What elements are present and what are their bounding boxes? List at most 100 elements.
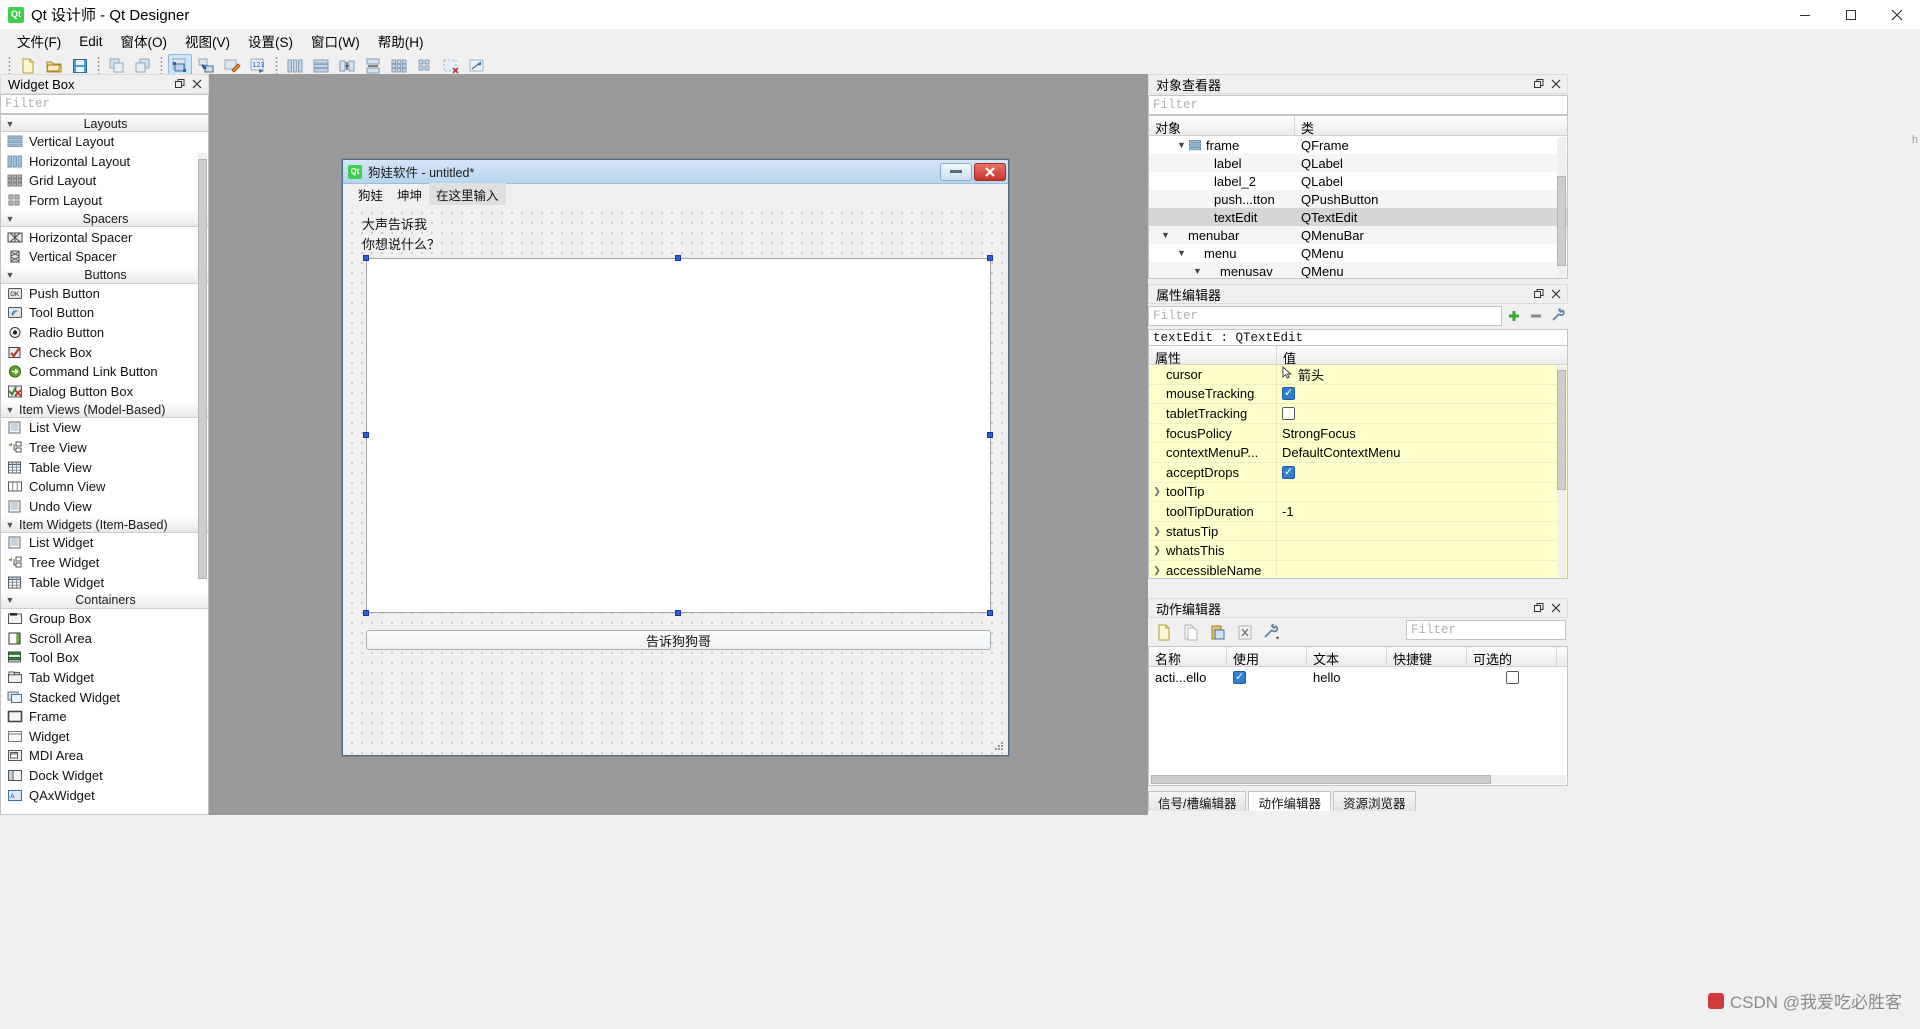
form-label-1[interactable]: 大声告诉我 <box>362 214 427 233</box>
object-inspector-row-menu[interactable]: ▼ menu QMenu <box>1149 244 1567 262</box>
widget-item-vertical-spacer[interactable]: Vertical Spacer <box>1 247 208 267</box>
property-editor-filter-input[interactable]: Filter <box>1148 306 1502 326</box>
menu-edit[interactable]: Edit <box>70 31 111 52</box>
maximize-button[interactable] <box>1828 0 1874 30</box>
menu-view[interactable]: 视图(V) <box>176 28 239 54</box>
form-preview-window[interactable]: Qt 狗娃软件 - untitled* 狗娃 坤坤 在这里输入 大声告诉我 你想… <box>342 159 1009 756</box>
menu-form[interactable]: 窗体(O) <box>112 28 177 54</box>
widget-item-grid-layout[interactable]: Grid Layout <box>1 171 208 191</box>
tab-action-editor[interactable]: 动作编辑器 <box>1248 791 1331 811</box>
widget-group-containers[interactable]: ▼ Containers <box>1 591 208 609</box>
selection-handle-tr[interactable] <box>987 255 993 261</box>
widget-box-close-button[interactable] <box>190 77 204 91</box>
widget-item-tree-view[interactable]: Tree View <box>1 438 208 458</box>
widget-item-undo-view[interactable]: Undo View <box>1 497 208 517</box>
widget-item-check-box[interactable]: Check Box <box>1 342 208 362</box>
widget-item-stacked-widget[interactable]: Stacked Widget <box>1 687 208 707</box>
chevron-right-icon[interactable]: ❯ <box>1149 526 1165 537</box>
widget-item-dialog-button-box[interactable]: Dialog Button Box <box>1 382 208 402</box>
widget-item-frame[interactable]: Frame <box>1 707 208 727</box>
widget-item-radio-button[interactable]: Radio Button <box>1 323 208 343</box>
selection-handle-bl[interactable] <box>363 610 369 616</box>
form-close-button[interactable] <box>974 162 1006 181</box>
menu-window[interactable]: 窗口(W) <box>302 28 369 54</box>
widget-item-horizontal-layout[interactable]: Horizontal Layout <box>1 152 208 172</box>
widget-item-command-link-button[interactable]: Command Link Button <box>1 362 208 382</box>
property-row-mousetracking[interactable]: mouseTracking <box>1149 384 1567 405</box>
widget-group-item-views[interactable]: ▼ Item Views (Model-Based) <box>1 401 208 419</box>
selection-handle-br[interactable] <box>987 610 993 616</box>
property-row-cursor[interactable]: cursor 箭头 <box>1149 365 1567 385</box>
widget-item-widget[interactable]: Widget <box>1 726 208 746</box>
form-menu-gouwa[interactable]: 狗娃 <box>351 183 390 206</box>
property-row-focuspolicy[interactable]: focusPolicy StrongFocus <box>1149 423 1567 444</box>
form-size-grip-icon[interactable] <box>993 740 1005 752</box>
widget-item-table-view[interactable]: Table View <box>1 457 208 477</box>
widget-item-list-widget[interactable]: List Widget <box>1 533 208 553</box>
mousetracking-checkbox[interactable] <box>1282 386 1295 401</box>
selection-handle-tc[interactable] <box>675 255 681 261</box>
new-action-icon[interactable] <box>1152 621 1176 643</box>
object-inspector-row-menubar[interactable]: ▼ menubar QMenuBar <box>1149 226 1567 244</box>
design-canvas[interactable]: Qt 狗娃软件 - untitled* 狗娃 坤坤 在这里输入 大声告诉我 你想… <box>209 74 1148 815</box>
object-inspector-close-button[interactable] <box>1549 77 1563 91</box>
form-push-button[interactable]: 告诉狗狗哥 <box>366 630 991 650</box>
selection-handle-bc[interactable] <box>675 610 681 616</box>
widget-item-horizontal-spacer[interactable]: Horizontal Spacer <box>1 227 208 247</box>
widget-item-dock-widget[interactable]: Dock Widget <box>1 766 208 786</box>
property-row-statustip[interactable]: ❯ statusTip <box>1149 521 1567 542</box>
property-row-acceptdrops[interactable]: acceptDrops <box>1149 462 1567 483</box>
form-minimize-button[interactable] <box>940 162 972 181</box>
action-editor-float-button[interactable] <box>1532 601 1546 615</box>
widget-item-mdi-area[interactable]: MDI Area <box>1 746 208 766</box>
selection-handle-mr[interactable] <box>987 432 993 438</box>
object-inspector-row-pushbutton[interactable]: push...tton QPushButton <box>1149 190 1567 208</box>
property-editor-float-button[interactable] <box>1532 287 1546 301</box>
widget-item-tab-widget[interactable]: Tab Widget <box>1 668 208 688</box>
selection-handle-tl[interactable] <box>363 255 369 261</box>
tablettracking-checkbox[interactable] <box>1282 406 1295 420</box>
object-inspector-filter-input[interactable]: Filter <box>1148 95 1568 115</box>
chevron-right-icon[interactable]: ❯ <box>1149 486 1165 497</box>
tab-resource-browser[interactable]: 资源浏览器 <box>1333 791 1416 811</box>
widget-box-list[interactable]: ▼ Layouts Vertical Layout Horizontal Lay… <box>0 114 209 815</box>
widget-item-scroll-area[interactable]: Scroll Area <box>1 628 208 648</box>
object-inspector-row-frame[interactable]: ▼ frame QFrame <box>1149 136 1567 154</box>
widget-group-spacers[interactable]: ▼ Spacers <box>1 210 208 228</box>
property-editor-close-button[interactable] <box>1549 287 1563 301</box>
action-used-checkbox[interactable] <box>1233 670 1246 684</box>
chevron-down-icon[interactable]: ▼ <box>1191 266 1204 276</box>
configure-property-editor-icon[interactable] <box>1548 306 1568 326</box>
action-editor-close-button[interactable] <box>1549 601 1563 615</box>
widget-item-qaxwidget[interactable]: A QAxWidget <box>1 785 208 805</box>
selection-handle-ml[interactable] <box>363 432 369 438</box>
chevron-down-icon[interactable]: ▼ <box>1159 230 1172 240</box>
widget-group-layouts[interactable]: ▼ Layouts <box>1 115 208 132</box>
property-editor-table[interactable]: 属性 值 cursor 箭头 mouseTracking ✓ tabletTra… <box>1148 345 1568 579</box>
form-menu-type-here[interactable]: 在这里输入 <box>429 182 506 206</box>
action-editor-table[interactable]: 名称 使用 文本 快捷键 可选的 acti...ello hello <box>1148 646 1568 786</box>
widget-item-tool-box[interactable]: Tool Box <box>1 648 208 668</box>
widget-item-group-box[interactable]: Group Box <box>1 609 208 629</box>
property-row-whatsthis[interactable]: ❯ whatsThis <box>1149 541 1567 561</box>
chevron-down-icon[interactable]: ▼ <box>1175 140 1188 150</box>
chevron-right-icon[interactable]: ❯ <box>1149 545 1165 556</box>
chevron-right-icon[interactable]: ❯ <box>1149 565 1165 576</box>
widget-box-float-button[interactable] <box>173 77 187 91</box>
object-inspector-row-menusav[interactable]: ▼ menusav QMenu <box>1149 262 1567 278</box>
object-inspector-tree[interactable]: 对象 类 ▼ frame QFrame label QLabel label_2… <box>1148 115 1568 279</box>
object-inspector-scrollbar-thumb[interactable] <box>1557 176 1566 266</box>
widget-group-buttons[interactable]: ▼ Buttons <box>1 266 208 284</box>
widget-item-vertical-layout[interactable]: Vertical Layout <box>1 132 208 152</box>
remove-dynamic-property-icon[interactable] <box>1526 306 1546 326</box>
action-editor-hscrollbar-thumb[interactable] <box>1151 775 1491 784</box>
widget-item-table-widget[interactable]: Table Widget <box>1 572 208 592</box>
widget-group-item-widgets[interactable]: ▼ Item Widgets (Item-Based) <box>1 516 208 534</box>
form-label-2[interactable]: 你想说什么？ <box>362 234 440 253</box>
configure-action-editor-icon[interactable] <box>1260 621 1284 643</box>
copy-action-icon[interactable] <box>1179 621 1203 643</box>
action-editor-filter-input[interactable]: Filter <box>1406 620 1566 640</box>
widget-item-list-view[interactable]: List View <box>1 418 208 438</box>
property-row-accessiblename[interactable]: ❯ accessibleName <box>1149 560 1567 578</box>
acceptdrops-checkbox[interactable] <box>1282 465 1295 479</box>
